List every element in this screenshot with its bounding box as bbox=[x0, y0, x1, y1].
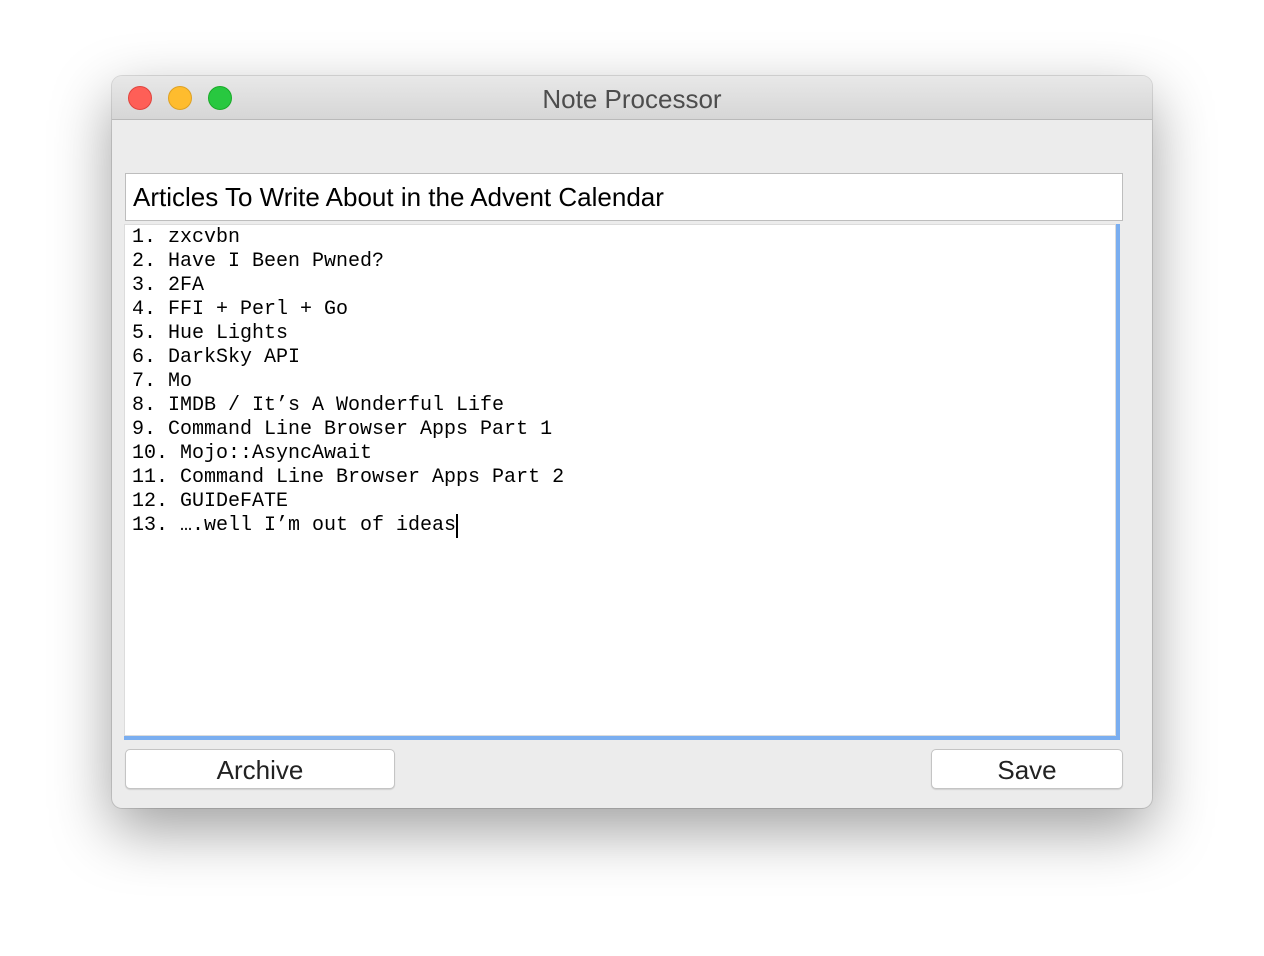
list-item-text: 13. ….well I’m out of ideas bbox=[132, 514, 457, 537]
window-title: Note Processor bbox=[542, 84, 722, 114]
note-body-text: 1. zxcvbn 2. Have I Been Pwned? 3. 2FA 4… bbox=[132, 226, 564, 538]
list-item: 5. Hue Lights bbox=[132, 322, 289, 345]
list-item: 10. Mojo::AsyncAwait bbox=[132, 442, 373, 465]
list-item: 3. 2FA bbox=[132, 274, 205, 297]
note-body-textarea[interactable]: 1. zxcvbn 2. Have I Been Pwned? 3. 2FA 4… bbox=[124, 224, 1120, 740]
list-item: 2. Have I Been Pwned? bbox=[132, 250, 385, 273]
list-item: 1. zxcvbn bbox=[132, 226, 241, 249]
list-item: 7. Mo bbox=[132, 370, 193, 393]
list-item: 11. Command Line Browser Apps Part 2 bbox=[132, 466, 565, 489]
list-item: 9. Command Line Browser Apps Part 1 bbox=[132, 418, 553, 441]
list-item: 12. GUIDeFATE bbox=[132, 490, 289, 513]
save-button[interactable]: Save bbox=[931, 749, 1123, 789]
archive-button[interactable]: Archive bbox=[125, 749, 395, 789]
list-item: 8. IMDB / It’s A Wonderful Life bbox=[132, 394, 505, 417]
note-processor-window: Note Processor Articles To Write About i… bbox=[112, 76, 1152, 808]
list-item: 6. DarkSky API bbox=[132, 346, 301, 369]
note-title-field[interactable]: Articles To Write About in the Advent Ca… bbox=[125, 173, 1123, 221]
title-bar[interactable]: Note Processor bbox=[112, 76, 1152, 120]
text-cursor bbox=[456, 514, 459, 538]
list-item: 4. FFI + Perl + Go bbox=[132, 298, 349, 321]
list-item-last: 13. ….well I’m out of ideas bbox=[132, 514, 564, 538]
